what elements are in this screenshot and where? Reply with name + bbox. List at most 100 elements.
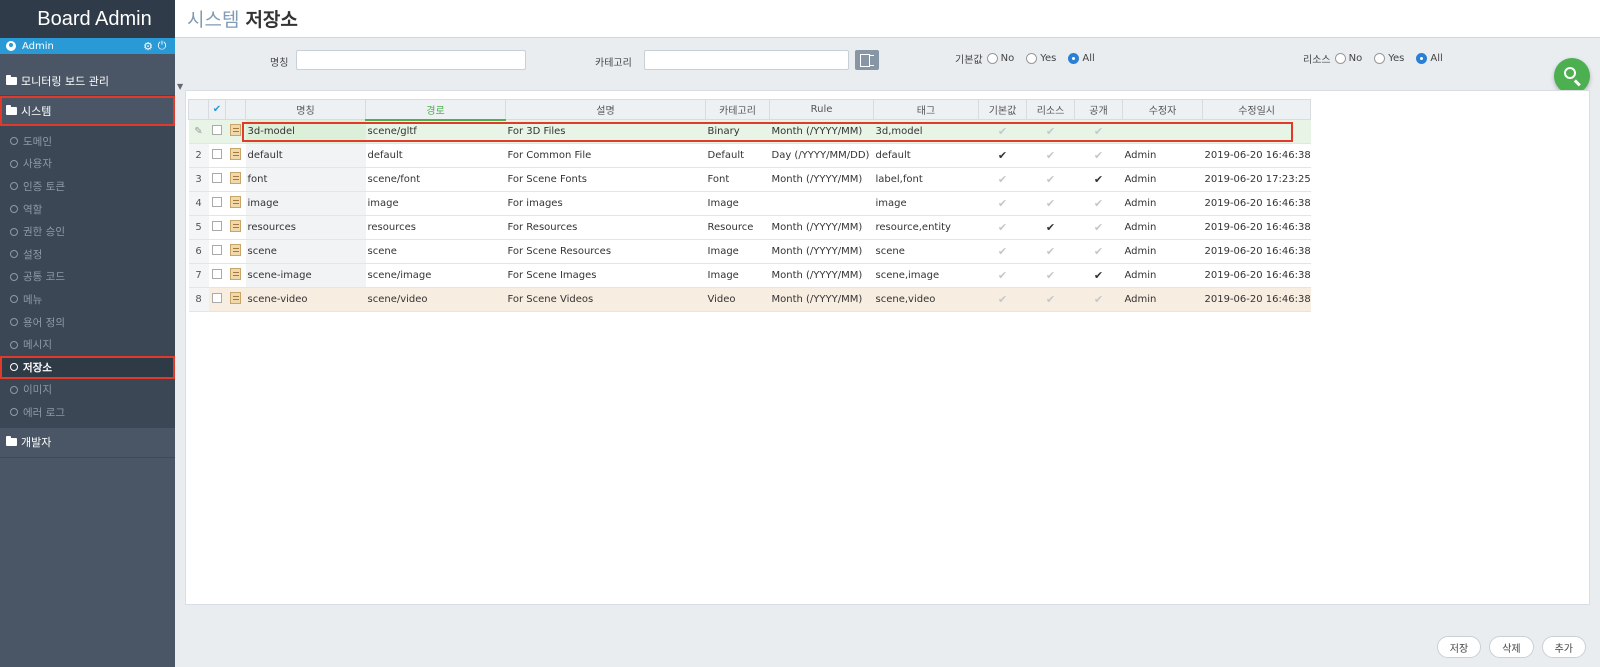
header-name[interactable]: 명칭 (245, 99, 366, 120)
cell-tags[interactable]: image (873, 191, 979, 216)
resource-all-option[interactable]: All (1416, 53, 1443, 64)
cell-desc[interactable]: For Scene Images (505, 263, 706, 288)
sidebar-item-common-code[interactable]: 공통 코드 (0, 266, 175, 289)
cell-path[interactable]: image (365, 191, 506, 216)
row-checkbox-cell[interactable] (208, 215, 226, 240)
resource-no-option[interactable]: No (1334, 53, 1362, 64)
cell-name[interactable]: scene-video (245, 287, 366, 312)
category-picker-button[interactable] (855, 50, 879, 70)
table-row[interactable]: 3 font scene/font For Scene Fonts Font Month … (188, 167, 1311, 192)
header-path[interactable]: 경로 (365, 99, 506, 121)
cell-resource[interactable]: ✔ (1026, 239, 1075, 264)
table-row[interactable]: 5 resources resources For Resources Resource… (188, 215, 1311, 240)
cell-category[interactable]: Image (705, 191, 770, 216)
sidebar-item-storage[interactable]: 저장소 (0, 355, 175, 379)
cell-name[interactable]: scene-image (245, 263, 366, 288)
sidebar-item-menu[interactable]: 메뉴 (0, 288, 175, 311)
cell-public[interactable]: ✔ (1074, 239, 1123, 264)
cell-default[interactable]: ✔ (978, 119, 1027, 144)
delete-button[interactable]: 삭제 (1489, 636, 1534, 658)
row-checkbox-cell[interactable] (208, 167, 226, 192)
sidebar-item-messages[interactable]: 메시지 (0, 333, 175, 356)
sidebar-item-images[interactable]: 이미지 (0, 379, 175, 402)
row-checkbox[interactable] (212, 245, 222, 255)
cell-rule[interactable]: Month (/YYYY/MM) (769, 119, 874, 144)
save-button[interactable]: 저장 (1436, 636, 1482, 658)
cell-public[interactable]: ✔ (1074, 167, 1123, 192)
add-button[interactable]: 추가 (1541, 636, 1586, 658)
cell-path[interactable]: default (365, 143, 506, 168)
cell-category[interactable]: Binary (705, 119, 770, 144)
sidebar-item-terms[interactable]: 용어 정의 (0, 311, 175, 334)
cell-desc[interactable]: For images (505, 191, 706, 216)
header-category[interactable]: 카테고리 (705, 99, 770, 120)
cell-tags[interactable]: scene,video (873, 287, 979, 312)
table-row[interactable]: ✎ 3d-model scene/gltf For 3D Files Binary Mon… (188, 119, 1311, 144)
row-checkbox[interactable] (212, 293, 222, 303)
row-checkbox-cell[interactable] (208, 143, 226, 168)
caret-down-icon[interactable]: ▼ (177, 82, 183, 91)
cell-category[interactable]: Video (705, 287, 770, 312)
cell-path[interactable]: resources (365, 215, 506, 240)
cell-rule[interactable]: Month (/YYYY/MM) (769, 167, 874, 192)
cell-path[interactable]: scene (365, 239, 506, 264)
row-checkbox-cell[interactable] (208, 239, 226, 264)
sidebar-item-users[interactable]: 사용자 (0, 153, 175, 176)
cell-desc[interactable]: For Scene Resources (505, 239, 706, 264)
cell-resource[interactable]: ✔ (1026, 263, 1075, 288)
cell-default[interactable]: ✔ (978, 191, 1027, 216)
cell-rule[interactable]: Month (/YYYY/MM) (769, 287, 874, 312)
cell-public[interactable]: ✔ (1074, 191, 1123, 216)
cell-rule[interactable]: Month (/YYYY/MM) (769, 215, 874, 240)
row-checkbox[interactable] (212, 221, 222, 231)
sidebar-item-settings[interactable]: 설정 (0, 243, 175, 266)
cell-tags[interactable]: default (873, 143, 979, 168)
header-resource[interactable]: 리소스 (1026, 99, 1075, 120)
resource-yes-option[interactable]: Yes (1374, 53, 1404, 64)
cell-public[interactable]: ✔ (1074, 119, 1123, 144)
row-checkbox[interactable] (212, 173, 222, 183)
cell-default[interactable]: ✔ (978, 287, 1027, 312)
sidebar-item-roles[interactable]: 역할 (0, 198, 175, 221)
table-row[interactable]: 8 scene-video scene/video For Scene Videos V… (188, 287, 1311, 312)
header-updater[interactable]: 수정자 (1122, 99, 1203, 120)
cell-resource[interactable]: ✔ (1026, 215, 1075, 240)
header-tags[interactable]: 태그 (873, 99, 979, 120)
row-checkbox[interactable] (212, 269, 222, 279)
cell-default[interactable]: ✔ (978, 215, 1027, 240)
sidebar-item-error-log[interactable]: 에러 로그 (0, 401, 175, 424)
header-rule[interactable]: Rule (769, 99, 874, 120)
sidebar-item-auth-token[interactable]: 인증 토큰 (0, 175, 175, 198)
cell-default[interactable]: ✔ (978, 239, 1027, 264)
cell-default[interactable]: ✔ (978, 167, 1027, 192)
user-name[interactable]: Admin (22, 41, 141, 52)
cell-name[interactable]: resources (245, 215, 366, 240)
cell-resource[interactable]: ✔ (1026, 167, 1075, 192)
cell-name[interactable]: scene (245, 239, 366, 264)
nav-group-monitoring[interactable]: 모니터링 보드 관리 (0, 66, 175, 96)
category-input[interactable] (644, 50, 849, 70)
cell-resource[interactable]: ✔ (1026, 143, 1075, 168)
cell-default[interactable]: ✔ (978, 143, 1027, 168)
cell-name[interactable]: 3d-model (245, 119, 366, 144)
cell-rule[interactable]: Day (/YYYY/MM/DD) (769, 143, 874, 168)
cell-desc[interactable]: For Common File (505, 143, 706, 168)
name-input[interactable] (296, 50, 526, 70)
cell-path[interactable]: scene/image (365, 263, 506, 288)
cell-rule[interactable]: Month (/YYYY/MM) (769, 239, 874, 264)
cell-name[interactable]: image (245, 191, 366, 216)
row-checkbox-cell[interactable] (208, 263, 226, 288)
row-checkbox[interactable] (212, 125, 222, 135)
header-default[interactable]: 기본값 (978, 99, 1027, 120)
cell-name[interactable]: default (245, 143, 366, 168)
cell-path[interactable]: scene/font (365, 167, 506, 192)
cell-desc[interactable]: For Resources (505, 215, 706, 240)
sidebar-item-permissions[interactable]: 권한 승인 (0, 220, 175, 243)
cell-desc[interactable]: For 3D Files (505, 119, 706, 144)
cell-resource[interactable]: ✔ (1026, 287, 1075, 312)
cell-tags[interactable]: resource,entity (873, 215, 979, 240)
cell-category[interactable]: Default (705, 143, 770, 168)
header-description[interactable]: 설명 (505, 99, 706, 120)
row-checkbox-cell[interactable] (208, 191, 226, 216)
cell-category[interactable]: Resource (705, 215, 770, 240)
